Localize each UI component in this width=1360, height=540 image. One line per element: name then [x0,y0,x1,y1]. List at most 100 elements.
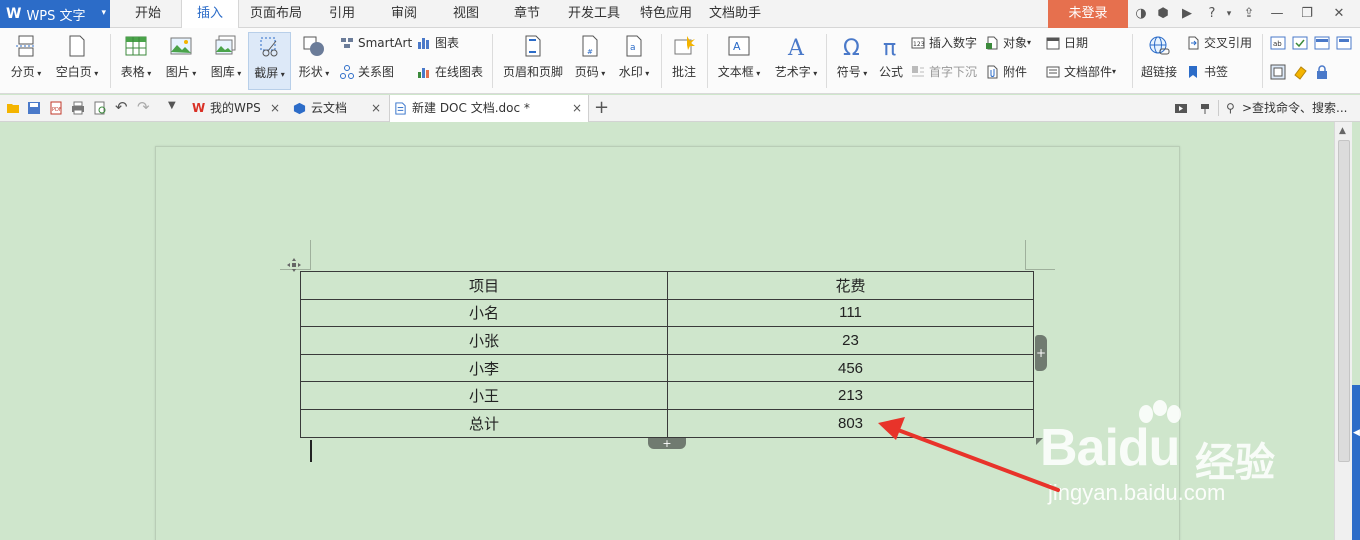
undo-icon[interactable]: ↶ [115,98,129,116]
gallery-button[interactable]: 图库 ▾ [205,32,247,90]
table-cell-cost[interactable]: 111 [667,298,1034,328]
tab-my-wps[interactable]: W 我的WPS × [188,95,286,122]
date-button[interactable]: 日期 [1046,33,1088,53]
lock-icon[interactable] [1314,64,1330,80]
table-cell-name[interactable]: 总计 [300,408,668,438]
table-cell-cost[interactable]: 456 [667,353,1034,383]
login-button[interactable]: 未登录 [1048,0,1128,28]
page-number-button[interactable]: # 页码 ▾ [570,32,610,90]
tab-section[interactable]: 章节 [503,0,551,28]
eraser-icon[interactable] [1292,64,1308,80]
design-mode-icon[interactable] [1270,64,1286,80]
search-icon[interactable]: ⚲ [1226,101,1235,115]
cross-reference-button[interactable]: 交叉引用 [1186,33,1252,53]
open-folder-icon[interactable] [6,101,20,115]
textbox-button[interactable]: A 文本框 ▾ [714,32,764,90]
close-icon[interactable]: ✕ [1328,0,1350,28]
close-icon[interactable]: × [270,95,280,122]
search-command-input[interactable]: >查找命令、搜索... [1242,95,1348,122]
object-button[interactable]: 对象 ▾ [985,33,1031,53]
cross-reference-icon [1188,36,1199,50]
relation-chart-button[interactable]: 关系图 [340,62,394,82]
tab-page-layout[interactable]: 页面布局 [246,0,306,28]
redo-icon[interactable]: ↷ [137,98,151,116]
insert-number-button[interactable]: 123 插入数字 [911,33,977,53]
attachment-button[interactable]: 附件 [985,62,1027,82]
chevron-down-icon[interactable]: ▼ [168,100,182,114]
table-cell-cost[interactable]: 803 [667,408,1034,438]
save-icon[interactable] [27,101,41,115]
watermark-button[interactable]: a 水印 ▾ [614,32,654,90]
new-tab-button[interactable]: + [594,97,609,118]
bookmark-button[interactable]: 书签 [1186,62,1228,82]
pdf-export-icon[interactable]: PDF [49,101,63,115]
tab-view[interactable]: 视图 [442,0,490,28]
chart-button[interactable]: 图表 [417,33,459,53]
hyperlink-button[interactable]: 超链接 [1138,32,1180,90]
close-icon[interactable]: × [371,95,381,122]
upload-icon[interactable]: ⇪ [1238,0,1260,28]
text-field-icon[interactable]: ab [1270,36,1286,50]
dropdown-field-icon[interactable] [1314,36,1330,50]
picture-icon [170,37,192,55]
vertical-scrollbar[interactable]: ▲ [1334,122,1352,540]
drop-cap-button[interactable]: 首字下沉 [911,62,977,82]
chevron-down-icon: ▾ [91,69,99,78]
chevron-down-icon[interactable]: ▾ [1222,0,1236,28]
chevron-down-icon: ▾ [810,69,818,78]
tab-review[interactable]: 审阅 [380,0,428,28]
pin-icon[interactable] [1198,101,1212,115]
tab-developer[interactable]: 开发工具 [563,0,625,28]
doc-parts-button[interactable]: 文档部件 ▾ [1046,62,1116,82]
side-panel-tab[interactable] [1352,385,1360,540]
help-button[interactable]: ? [1202,0,1222,28]
header-footer-button[interactable]: 页眉和页脚 [500,32,566,90]
tab-document[interactable]: 新建 DOC 文档.doc * × [389,95,589,122]
table-button[interactable]: 表格 ▾ [116,32,156,90]
table-cell-name[interactable]: 小张 [300,326,668,355]
restore-icon[interactable]: ❐ [1296,0,1318,28]
tab-references[interactable]: 引用 [318,0,366,28]
comment-button[interactable]: 批注 [667,32,701,90]
shapes-button[interactable]: 形状 ▾ [294,32,334,90]
share-icon[interactable]: ▶ [1176,0,1198,28]
settings-icon[interactable]: ⬢ [1154,0,1172,28]
wordart-button[interactable]: A 艺术字 ▾ [770,32,822,90]
table-cell-name[interactable]: 小王 [300,381,668,410]
online-chart-button[interactable]: 在线图表 [417,62,483,82]
table-header-cell[interactable]: 花费 [667,271,1034,300]
tab-insert[interactable]: 插入 [181,0,239,29]
table-cell-cost[interactable]: 23 [667,326,1034,355]
smartart-button[interactable]: SmartArt [340,33,412,53]
checkbox-icon[interactable] [1292,36,1308,50]
table-cell-name[interactable]: 小名 [300,298,668,328]
screenshot-button[interactable]: 截屏 ▾ [248,32,291,90]
frame-icon[interactable] [1336,36,1352,50]
minimize-icon[interactable]: — [1266,0,1288,28]
formula-button[interactable]: π 公式 [874,32,908,90]
video-icon[interactable] [1174,101,1188,115]
tab-doc-assistant[interactable]: 文档助手 [704,0,766,28]
attachment-icon [987,65,998,79]
tab-cloud-docs[interactable]: 云文档 × [289,95,387,122]
table-cell-cost[interactable]: 213 [667,381,1034,410]
divider [110,34,111,88]
add-column-handle[interactable]: + [1035,335,1047,371]
skin-icon[interactable]: ◑ [1132,0,1150,28]
tab-home[interactable]: 开始 [122,0,174,28]
table-header-cell[interactable]: 项目 [300,271,668,300]
add-row-handle[interactable]: + [648,438,686,449]
table-cell-name[interactable]: 小李 [300,353,668,383]
picture-button[interactable]: 图片 ▾ [160,32,202,90]
blank-page-button[interactable]: 空白页 ▾ [52,32,102,90]
symbol-button[interactable]: Ω 符号 ▾ [832,32,872,90]
scrollbar-thumb[interactable] [1338,140,1350,462]
app-menu-button[interactable]: W WPS 文字 ▾ [0,0,110,28]
tab-special[interactable]: 特色应用 [635,0,697,28]
scroll-up-icon[interactable]: ▲ [1339,126,1346,136]
print-icon[interactable] [71,101,85,115]
svg-text:π: π [883,36,896,58]
print-preview-icon[interactable] [93,101,107,115]
close-icon[interactable]: × [572,95,582,122]
page-break-button[interactable]: 分页 ▾ [6,32,46,90]
